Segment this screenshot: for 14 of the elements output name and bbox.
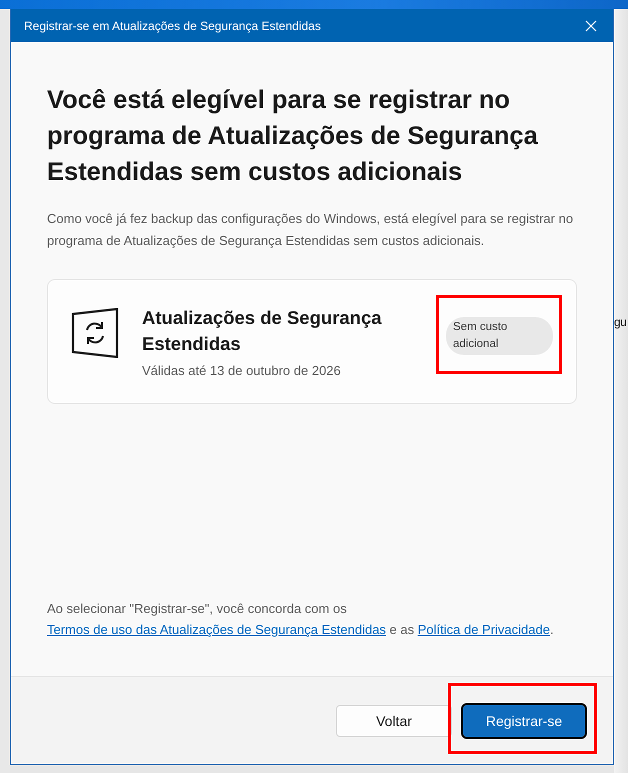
background-text: gu (614, 315, 626, 329)
register-button[interactable]: Registrar-se (463, 704, 585, 736)
description-text: Como você já fez backup das configurações do Windows, está elegível para se registrar no programa de Atualizações de Segurança Estendidas sem custos adicionais. (47, 210, 574, 250)
heading: Você está elegível para se registrar no programa de Atualizações de Segurança Estendidas sem custos adicionais (47, 85, 539, 188)
consent-text: Ao selecionar "Registrar-se", você concorda com os Termos de uso das Atualizações de Segurança Estendidas e as Política de Privacidade. (47, 600, 555, 639)
refresh-window-icon (70, 308, 120, 358)
privacy-link[interactable]: Política de Privacidade (418, 622, 550, 637)
terms-link[interactable]: Termos de uso das Atualizações de Segurança Estendidas (47, 622, 386, 637)
cost-tag: Sem custo adicional (446, 316, 553, 354)
back-button[interactable]: Voltar (336, 704, 452, 736)
validity-text: Válidas até 13 de outubro de 2026 (142, 363, 342, 378)
close-icon[interactable] (585, 20, 597, 32)
program-title: Atualizações de Segurança Estendidas (142, 306, 383, 356)
window-title: Registrar-se em Atualizações de Segurança Estendidas (24, 18, 321, 32)
